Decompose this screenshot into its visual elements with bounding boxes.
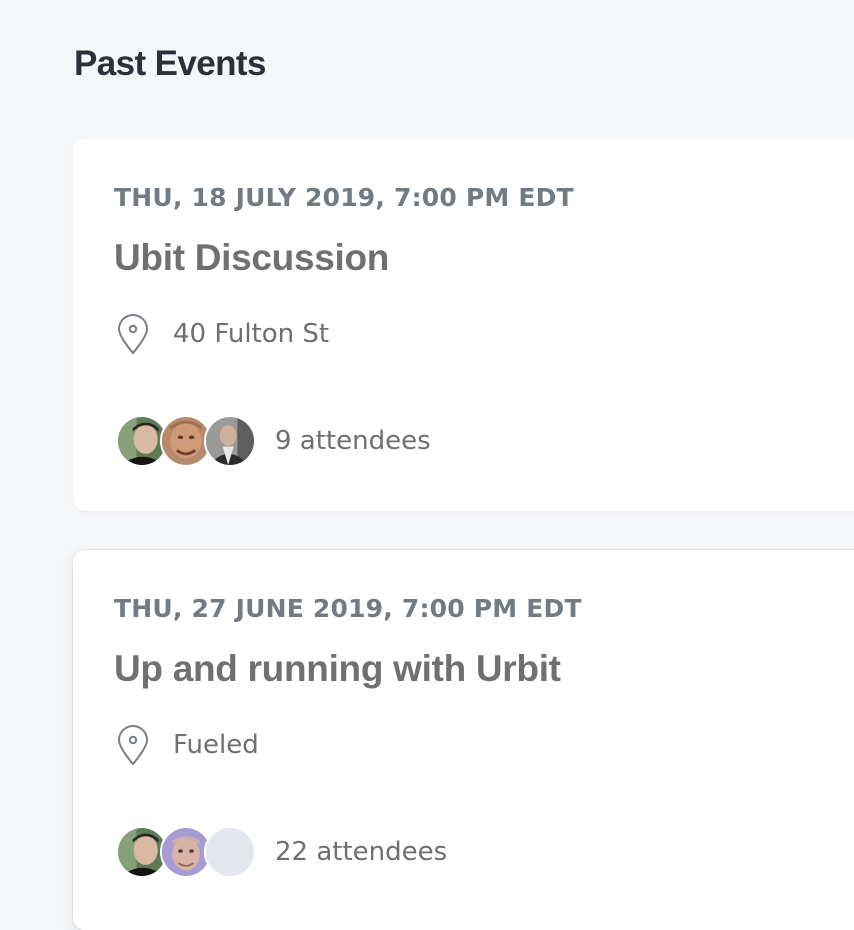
event-location: Fueled [116, 724, 259, 766]
attendees[interactable]: 22 attendees [116, 826, 447, 878]
attendee-count[interactable]: 22 attendees [275, 837, 447, 867]
map-pin-icon [116, 313, 150, 355]
event-card[interactable]: THU, 18 JULY 2019, 7:00 PM EDT Ubit Disc… [73, 139, 854, 511]
event-card[interactable]: THU, 27 JUNE 2019, 7:00 PM EDT Up and ru… [73, 550, 854, 930]
avatar[interactable] [204, 415, 256, 467]
event-date: THU, 18 JULY 2019, 7:00 PM EDT [114, 183, 574, 212]
event-location: 40 Fulton St [116, 313, 329, 355]
event-location-label: Fueled [173, 730, 259, 760]
avatar-placeholder[interactable] [204, 826, 256, 878]
page-title: Past Events [74, 44, 266, 83]
map-pin-icon [116, 724, 150, 766]
event-date: THU, 27 JUNE 2019, 7:00 PM EDT [114, 594, 582, 623]
event-location-label: 40 Fulton St [173, 319, 330, 349]
event-title[interactable]: Up and running with Urbit [114, 648, 561, 690]
attendees[interactable]: 9 attendees [116, 415, 431, 467]
attendee-avatars[interactable] [116, 415, 256, 467]
attendee-count[interactable]: 9 attendees [275, 426, 431, 456]
attendee-avatars[interactable] [116, 826, 256, 878]
event-title[interactable]: Ubit Discussion [114, 237, 389, 279]
